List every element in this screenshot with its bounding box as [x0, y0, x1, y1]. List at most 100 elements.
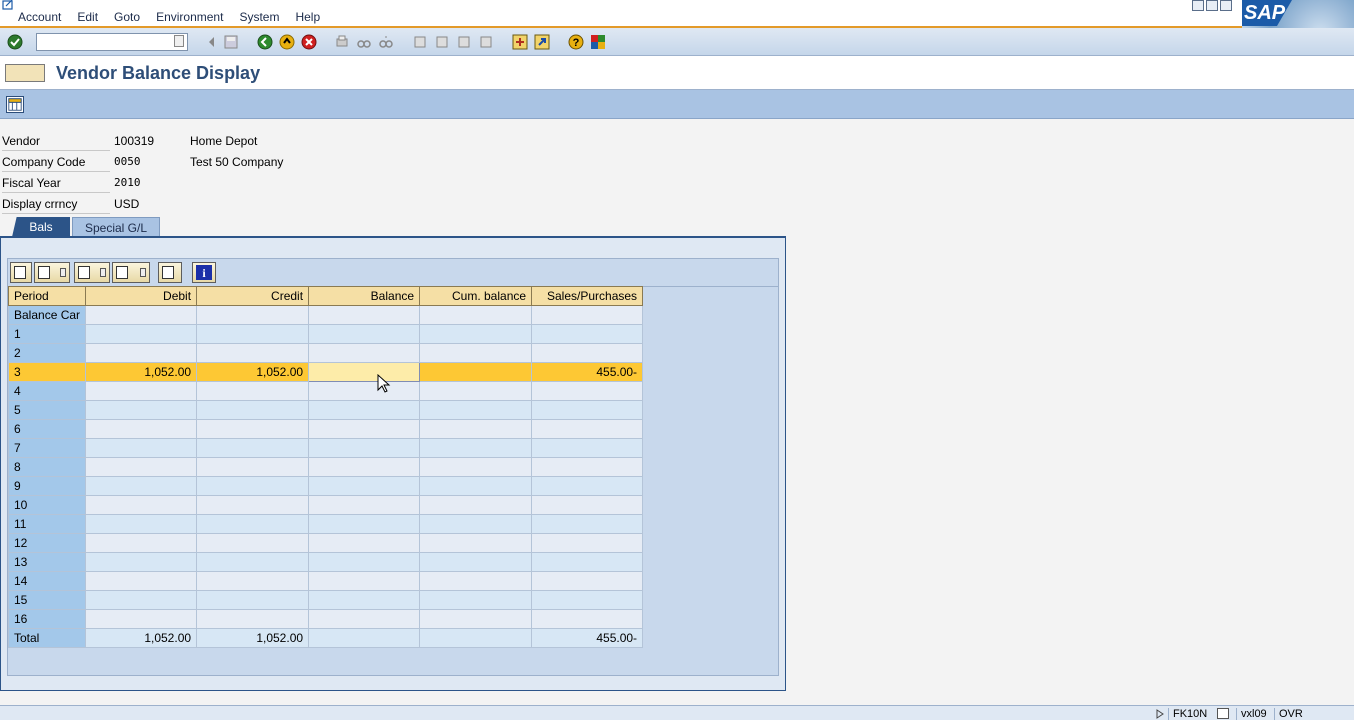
- table-cell[interactable]: [85, 514, 198, 534]
- help-icon[interactable]: ?: [568, 34, 584, 50]
- table-cell[interactable]: [419, 438, 533, 458]
- table-row[interactable]: 12: [7, 533, 644, 553]
- exit-icon[interactable]: [279, 34, 295, 50]
- table-row[interactable]: 2: [7, 343, 644, 363]
- table-cell[interactable]: [531, 552, 644, 572]
- total-row[interactable]: Total 1,052.00 1,052.00 455.00-: [7, 628, 644, 648]
- table-cell[interactable]: [308, 457, 421, 477]
- table-cell[interactable]: 455.00-: [531, 362, 644, 382]
- table-cell[interactable]: 10: [7, 495, 87, 515]
- new-session-icon[interactable]: [512, 34, 528, 50]
- table-cell[interactable]: [196, 476, 310, 496]
- column-header[interactable]: Balance: [308, 286, 421, 306]
- table-cell[interactable]: [196, 381, 310, 401]
- table-row[interactable]: 16: [7, 609, 644, 629]
- table-cell[interactable]: [85, 305, 198, 325]
- table-cell[interactable]: [531, 381, 644, 401]
- table-cell[interactable]: [85, 438, 198, 458]
- table-cell[interactable]: [196, 419, 310, 439]
- table-cell[interactable]: [196, 457, 310, 477]
- table-row[interactable]: 13: [7, 552, 644, 572]
- table-cell[interactable]: [196, 495, 310, 515]
- table-cell[interactable]: [531, 495, 644, 515]
- info-button[interactable]: i: [192, 262, 216, 283]
- table-cell[interactable]: [85, 533, 198, 553]
- table-cell[interactable]: [531, 419, 644, 439]
- table-cell[interactable]: [85, 552, 198, 572]
- insert-mode[interactable]: OVR: [1274, 708, 1307, 720]
- chart-button[interactable]: [158, 262, 182, 283]
- layout-button[interactable]: [112, 262, 150, 283]
- table-cell[interactable]: 3: [7, 362, 87, 382]
- table-cell[interactable]: [419, 400, 533, 420]
- table-cell[interactable]: [531, 476, 644, 496]
- table-cell[interactable]: [85, 476, 198, 496]
- table-cell[interactable]: Balance Car: [7, 305, 87, 325]
- table-cell[interactable]: [308, 305, 421, 325]
- table-cell[interactable]: [308, 552, 421, 572]
- table-cell[interactable]: [196, 343, 310, 363]
- menu-goto[interactable]: Goto: [106, 10, 148, 24]
- table-cell[interactable]: [419, 514, 533, 534]
- minimize-icon[interactable]: [1192, 0, 1204, 11]
- table-cell[interactable]: [196, 590, 310, 610]
- cancel-icon[interactable]: [301, 34, 317, 50]
- table-cell[interactable]: [308, 476, 421, 496]
- table-cell[interactable]: [85, 609, 198, 629]
- table-cell[interactable]: [531, 533, 644, 553]
- table-row[interactable]: 3 1,052.00 1,052.00 455.00-: [7, 362, 644, 382]
- table-cell[interactable]: [196, 324, 310, 344]
- first-page-icon[interactable]: [412, 34, 428, 50]
- table-cell[interactable]: [419, 362, 533, 382]
- table-cell[interactable]: [531, 609, 644, 629]
- table-cell[interactable]: [196, 305, 310, 325]
- table-cell[interactable]: 11: [7, 514, 87, 534]
- table-cell[interactable]: [531, 590, 644, 610]
- tab-special-gl[interactable]: Special G/L: [72, 217, 160, 237]
- table-cell[interactable]: 1,052.00: [85, 628, 198, 648]
- table-cell[interactable]: [196, 533, 310, 553]
- table-cell[interactable]: [419, 419, 533, 439]
- enter-check-icon[interactable]: [7, 34, 23, 50]
- menu-help[interactable]: Help: [287, 10, 328, 24]
- print-icon[interactable]: [334, 34, 350, 50]
- table-row[interactable]: 9: [7, 476, 644, 496]
- table-cell[interactable]: [308, 324, 421, 344]
- table-cell[interactable]: [531, 571, 644, 591]
- column-header[interactable]: Period: [7, 286, 87, 306]
- status-expand-icon[interactable]: [1156, 709, 1164, 719]
- table-cell[interactable]: [308, 419, 421, 439]
- restore-icon[interactable]: [1206, 0, 1218, 11]
- table-row[interactable]: 11: [7, 514, 644, 534]
- table-cell[interactable]: Total: [7, 628, 87, 648]
- table-cell[interactable]: [419, 609, 533, 629]
- table-cell[interactable]: [196, 438, 310, 458]
- table-cell[interactable]: [531, 438, 644, 458]
- table-row[interactable]: 7: [7, 438, 644, 458]
- table-cell[interactable]: 15: [7, 590, 87, 610]
- find-next-icon[interactable]: [378, 34, 394, 50]
- table-cell[interactable]: [308, 362, 421, 382]
- table-row[interactable]: 8: [7, 457, 644, 477]
- table-row[interactable]: 5: [7, 400, 644, 420]
- table-cell[interactable]: [196, 609, 310, 629]
- table-row[interactable]: 4: [7, 381, 644, 401]
- table-cell[interactable]: [531, 514, 644, 534]
- table-cell[interactable]: [85, 419, 198, 439]
- table-cell[interactable]: [419, 628, 533, 648]
- table-cell[interactable]: [85, 495, 198, 515]
- table-row[interactable]: 14: [7, 571, 644, 591]
- menu-account[interactable]: Account: [10, 10, 69, 24]
- table-cell[interactable]: 1: [7, 324, 87, 344]
- table-cell[interactable]: 13: [7, 552, 87, 572]
- table-cell[interactable]: 7: [7, 438, 87, 458]
- table-cell[interactable]: [85, 343, 198, 363]
- export-button[interactable]: [74, 262, 110, 283]
- table-cell[interactable]: [85, 400, 198, 420]
- table-cell[interactable]: [419, 533, 533, 553]
- table-cell[interactable]: 9: [7, 476, 87, 496]
- table-row[interactable]: 15: [7, 590, 644, 610]
- back-arrow-icon[interactable]: [204, 34, 220, 50]
- column-header[interactable]: Cum. balance: [419, 286, 533, 306]
- table-cell[interactable]: 16: [7, 609, 87, 629]
